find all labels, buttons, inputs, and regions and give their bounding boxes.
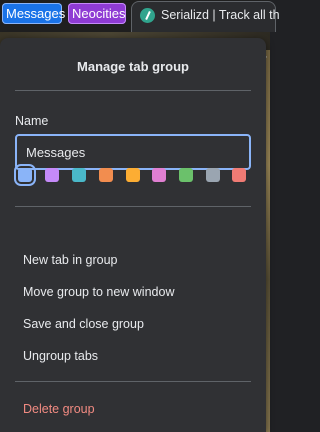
- manage-tab-group-dialog: Manage tab group Name New tab in group M…: [0, 38, 266, 432]
- color-swatch-blue[interactable]: [14, 164, 36, 186]
- serializd-favicon-icon: [140, 8, 155, 23]
- color-swatch-orange[interactable]: [99, 168, 113, 182]
- menu-item-save-and-close-group[interactable]: Save and close group: [0, 310, 266, 338]
- menu-item-ungroup-tabs[interactable]: Ungroup tabs: [0, 342, 266, 370]
- divider: [15, 90, 251, 91]
- dialog-title: Manage tab group: [77, 59, 189, 74]
- name-label: Name: [15, 114, 49, 128]
- tab-group-chip-neocities[interactable]: Neocities: [68, 3, 126, 24]
- color-swatch-purple[interactable]: [45, 168, 59, 182]
- color-swatch-yellow[interactable]: [126, 168, 140, 182]
- color-swatch-pink[interactable]: [152, 168, 166, 182]
- divider: [15, 381, 251, 382]
- color-swatch-grey[interactable]: [206, 168, 220, 182]
- color-swatch-green[interactable]: [179, 168, 193, 182]
- menu-item-move-group-to-new-window[interactable]: Move group to new window: [0, 278, 266, 306]
- tab-group-chip-messages[interactable]: Messages: [2, 3, 65, 24]
- group-name-input[interactable]: [15, 134, 251, 170]
- divider: [15, 206, 251, 207]
- delete-group-button[interactable]: Delete group: [0, 395, 266, 423]
- color-swatch-cyan[interactable]: [72, 168, 86, 182]
- tab-strip: Messages Neocities Serializd | Track all…: [0, 0, 280, 32]
- active-tab[interactable]: Serializd | Track all th: [131, 1, 280, 32]
- active-tab-title: Serializd | Track all th: [161, 8, 280, 22]
- menu-item-new-tab-in-group[interactable]: New tab in group: [0, 246, 266, 274]
- color-swatch-red[interactable]: [232, 168, 246, 182]
